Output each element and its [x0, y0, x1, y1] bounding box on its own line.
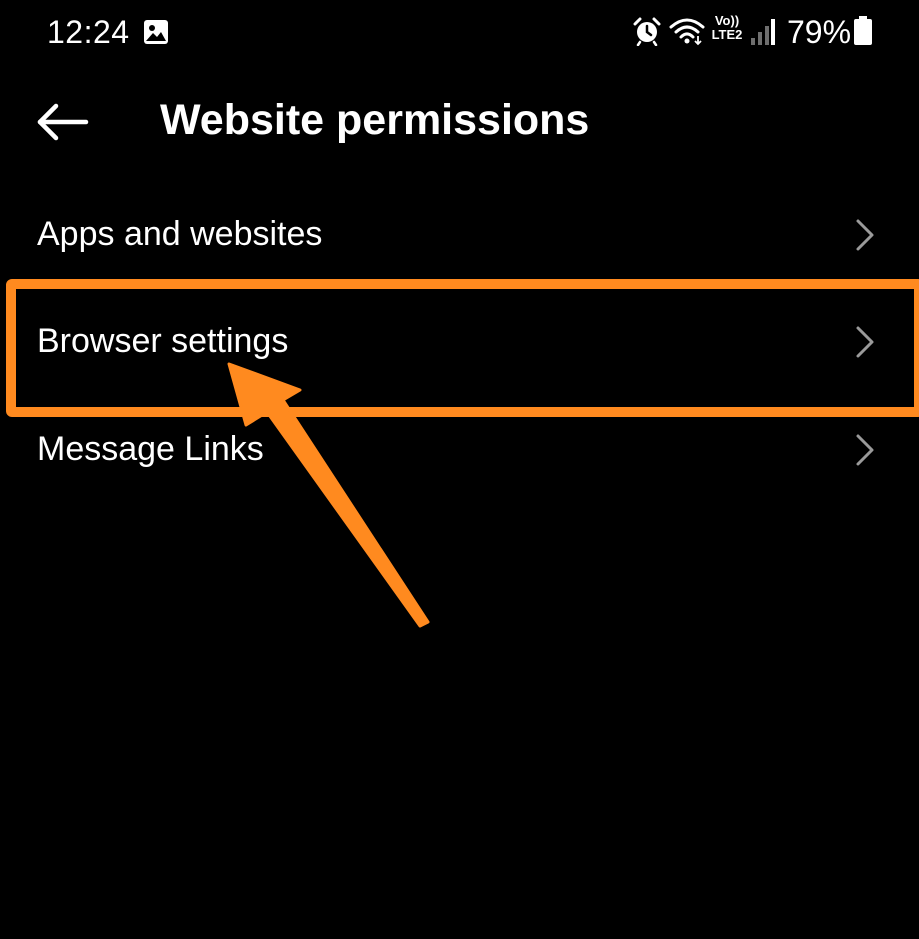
status-bar: 12:24 Vo)) LTE2 79% [0, 0, 919, 64]
image-icon [144, 20, 168, 44]
back-button[interactable] [30, 96, 94, 148]
lte-label: LTE2 [711, 27, 743, 42]
chevron-right-icon [856, 434, 874, 466]
status-time: 12:24 [47, 14, 130, 50]
app-header: Website permissions [0, 80, 919, 160]
menu-item-message-links[interactable]: Message Links [0, 397, 919, 503]
alarm-icon [633, 17, 661, 46]
battery-percent: 79% [787, 14, 852, 50]
battery-icon [854, 16, 872, 45]
wifi-icon [669, 18, 705, 46]
menu-item-label: Browser settings [37, 322, 289, 360]
chevron-right-icon [856, 326, 874, 358]
menu-item-label: Apps and websites [37, 215, 323, 253]
menu-item-label: Message Links [37, 430, 264, 468]
arrow-left-icon [37, 103, 89, 141]
volte-label: Vo)) [714, 13, 740, 28]
signal-icon [751, 19, 775, 45]
page-title: Website permissions [160, 96, 590, 144]
menu-item-apps-and-websites[interactable]: Apps and websites [0, 182, 919, 288]
chevron-right-icon [856, 219, 874, 251]
volte-indicator: Vo)) LTE2 [708, 14, 746, 48]
menu-item-browser-settings[interactable]: Browser settings [0, 289, 919, 395]
